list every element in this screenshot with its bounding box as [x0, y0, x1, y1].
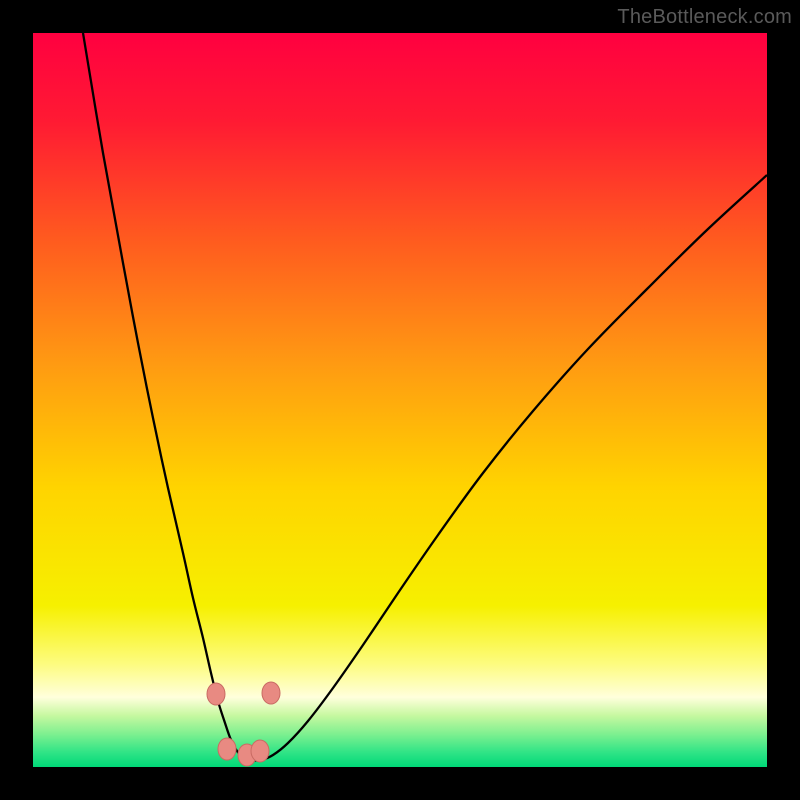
watermark-text: TheBottleneck.com: [617, 6, 792, 29]
background-gradient: [33, 33, 767, 767]
plot-area: [33, 33, 767, 767]
chart-frame: TheBottleneck.com: [0, 0, 800, 800]
